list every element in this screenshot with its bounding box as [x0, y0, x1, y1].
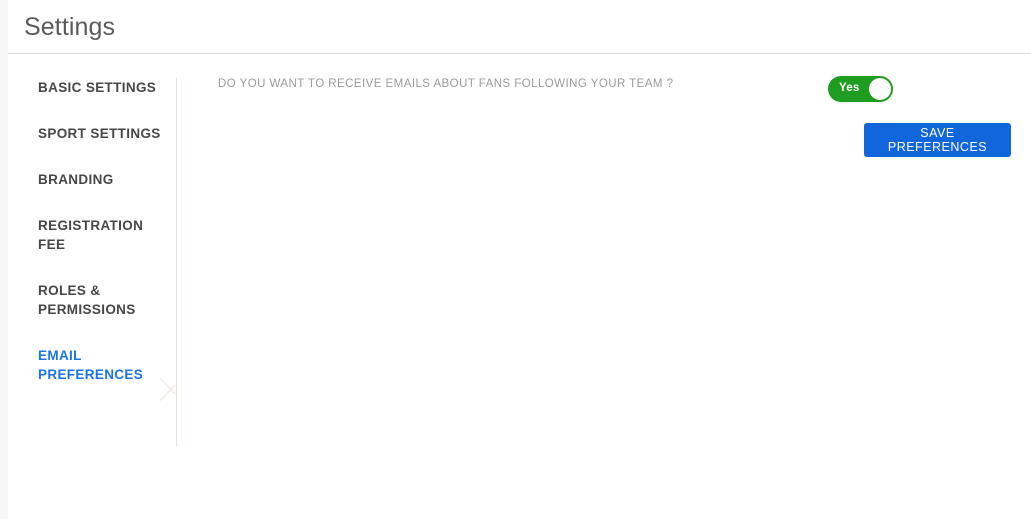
settings-content: DO YOU WANT TO RECEIVE EMAILS ABOUT FANS…	[177, 55, 1031, 519]
fans-following-email-toggle[interactable]: Yes	[828, 76, 893, 102]
body-area: BASIC SETTINGS SPORT SETTINGS BRANDING R…	[8, 55, 1031, 519]
page-title: Settings	[24, 13, 116, 41]
email-preference-row: DO YOU WANT TO RECEIVE EMAILS ABOUT FANS…	[177, 71, 1031, 105]
email-preference-question: DO YOU WANT TO RECEIVE EMAILS ABOUT FANS…	[218, 78, 674, 90]
sidebar-item-email-preferences[interactable]: EMAIL PREFERENCES	[8, 346, 176, 384]
sidebar-item-basic-settings[interactable]: BASIC SETTINGS	[8, 78, 176, 97]
save-preferences-button[interactable]: SAVE PREFERENCES	[864, 123, 1011, 157]
toggle-value-label: Yes	[839, 82, 860, 94]
sidebar-item-sport-settings[interactable]: SPORT SETTINGS	[8, 124, 176, 143]
sidebar-item-registration-fee[interactable]: REGISTRATION FEE	[8, 216, 176, 254]
sidebar-item-roles-permissions[interactable]: ROLES & PERMISSIONS	[8, 281, 176, 319]
settings-sidebar: BASIC SETTINGS SPORT SETTINGS BRANDING R…	[8, 55, 176, 447]
page-header: Settings	[8, 0, 1031, 54]
settings-page: Settings BASIC SETTINGS SPORT SETTINGS B…	[8, 0, 1031, 519]
toggle-knob	[869, 78, 891, 100]
sidebar-item-branding[interactable]: BRANDING	[8, 170, 176, 189]
active-item-chevron-icon	[160, 367, 177, 411]
